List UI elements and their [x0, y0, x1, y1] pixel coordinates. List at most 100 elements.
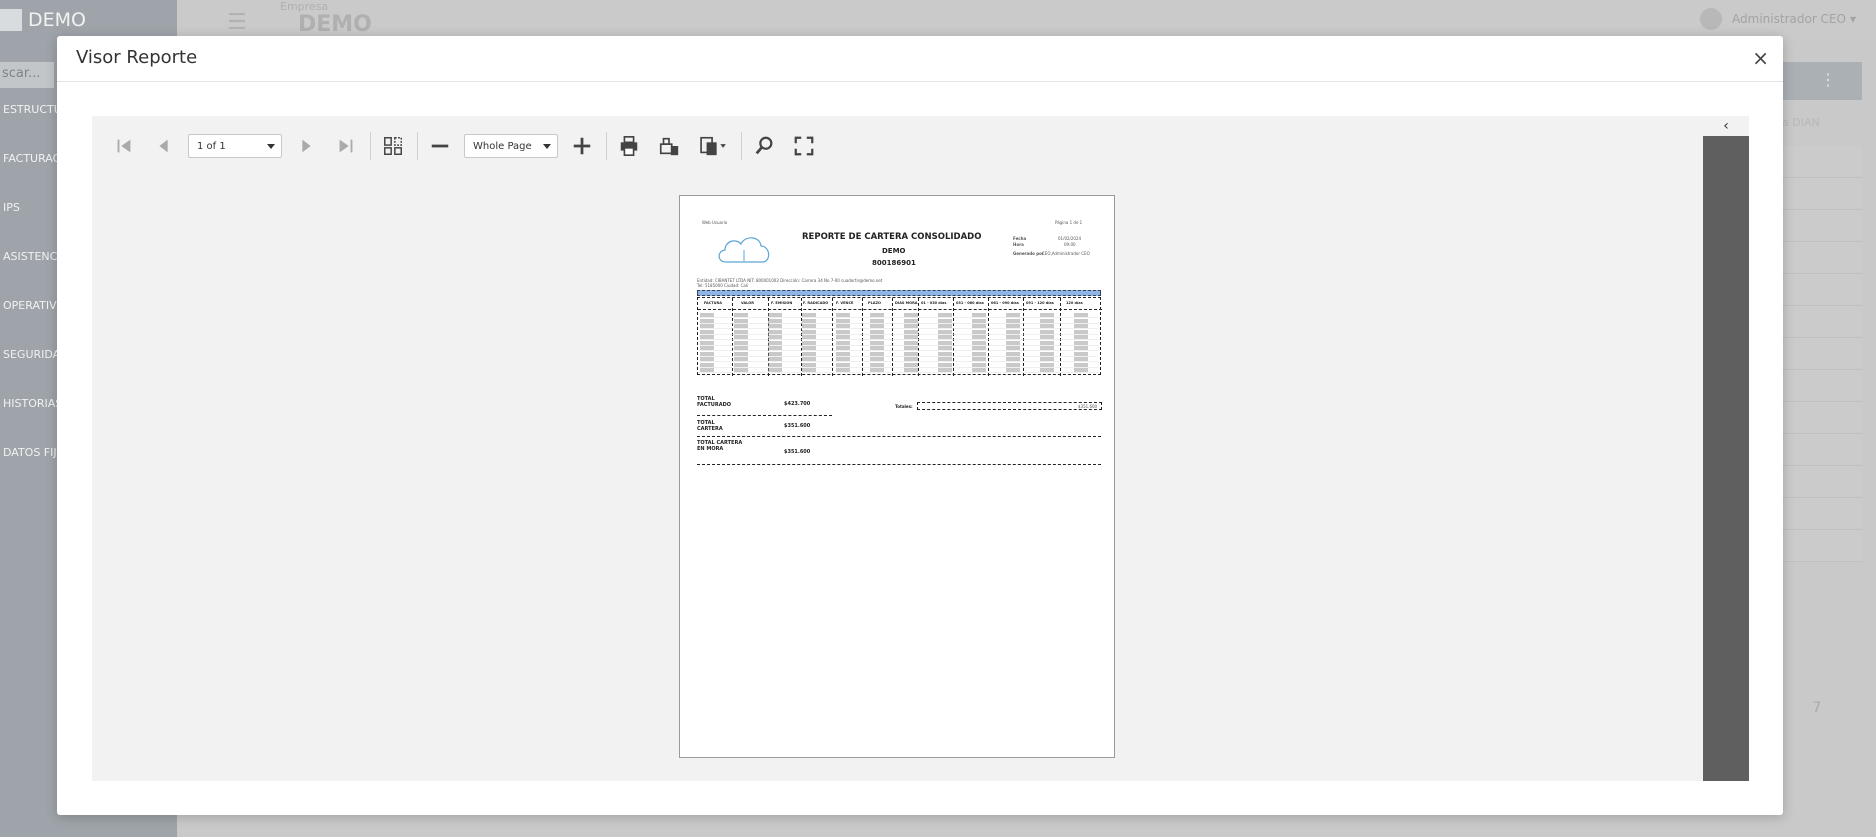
total-cartera-label: TOTAL CARTERA [697, 420, 723, 432]
search-button[interactable] [748, 130, 780, 162]
user-avatar-icon [1700, 8, 1723, 30]
toolbar-divider [606, 132, 607, 160]
fullscreen-button[interactable] [788, 130, 820, 162]
print-page-button[interactable] [653, 130, 685, 162]
column-header: VALOR [741, 301, 754, 305]
export-icon [700, 136, 726, 156]
report-page-number: Página 1 de 1 [1055, 220, 1083, 225]
sidebar-item-operativo: OPERATIV [3, 299, 57, 312]
multipage-button[interactable] [377, 130, 409, 162]
column-header: F. EMISION [771, 301, 793, 305]
print-page-icon [659, 137, 679, 156]
column-header: DIAS MORA [895, 301, 918, 305]
table-row [1780, 306, 1862, 338]
user-name: Administrador CEO [1732, 12, 1846, 26]
report-header-left: Web Usuario [702, 220, 728, 225]
zoom-select[interactable]: Whole Page [464, 134, 558, 158]
sidebar-search-input: scar... [0, 62, 54, 88]
multipage-icon [384, 137, 402, 155]
zoom-out-button[interactable] [424, 130, 456, 162]
zoom-select-value: Whole Page [473, 140, 532, 152]
report-section-band [697, 290, 1101, 296]
table-row [700, 340, 1098, 346]
print-icon [620, 136, 638, 156]
previous-page-button[interactable] [148, 130, 180, 162]
hora-label: Hora [1013, 242, 1024, 247]
table-row [1780, 178, 1862, 210]
report-nit: 800186901 [872, 259, 916, 267]
background-pager: 5 7 › [1775, 700, 1876, 732]
totales-last-value: $351.600 [1078, 404, 1098, 409]
table-row [700, 313, 1098, 318]
table-row [1780, 530, 1862, 562]
totales-label: Totales: [895, 404, 913, 409]
totales-box [917, 402, 1102, 410]
column-header: F. VENCE [836, 301, 854, 305]
table-row [1780, 274, 1862, 306]
table-row [1780, 466, 1862, 498]
sidebar-item-seguridad: SEGURIDA [3, 348, 60, 361]
close-button[interactable]: × [1752, 46, 1769, 70]
chevron-down-icon [543, 144, 551, 149]
minus-icon [431, 144, 449, 148]
next-page-icon [302, 139, 311, 153]
table-row [1780, 210, 1862, 242]
first-page-button[interactable] [108, 130, 140, 162]
report-title: REPORTE DE CARTERA CONSOLIDADO [802, 232, 982, 242]
table-row [700, 329, 1098, 335]
table-row [1780, 338, 1862, 370]
table-row [700, 318, 1098, 324]
sidebar-item-ips: IPS [3, 201, 20, 214]
brand-logo-icon [0, 9, 22, 31]
next-page-button[interactable] [290, 130, 322, 162]
print-button[interactable] [613, 130, 645, 162]
pager-page: 7 [1812, 700, 1822, 716]
column-header: F. RADICADO [803, 301, 829, 305]
report-page: Web Usuario Página 1 de 1 REPORTE DE CAR… [679, 195, 1115, 758]
column-header: 031 - 060 días [956, 301, 984, 305]
cartera-table-rows [700, 313, 1098, 374]
column-header: PLAZO [868, 301, 882, 305]
table-row [1780, 434, 1862, 466]
first-page-icon [117, 139, 131, 153]
modal-title: Visor Reporte [76, 47, 198, 68]
chevron-down-icon: ▾ [1849, 12, 1856, 26]
search-icon [755, 136, 773, 155]
table-row [700, 324, 1098, 329]
page-select[interactable]: 1 of 1 [188, 134, 282, 158]
table-row [700, 357, 1098, 362]
table-row [1780, 242, 1862, 274]
viewer-toolbar: 1 of 1 Whole Page [92, 116, 1704, 176]
page-select-value: 1 of 1 [197, 140, 226, 152]
collapse-panel-button[interactable]: ‹ [1703, 116, 1749, 136]
total-cartera-value: $351.600 [784, 423, 811, 429]
background-table: a DIAN [1780, 116, 1862, 562]
generado-value: CEO,Administrador CEO [1042, 251, 1090, 256]
sidebar-nav: ESTRUCTU FACTURAC IPS ASISTENCI OPERATIV… [0, 103, 60, 495]
table-row [1780, 146, 1862, 178]
column-header: 061 - 090 días [991, 301, 1019, 305]
zoom-in-button[interactable] [566, 130, 598, 162]
export-button[interactable] [693, 130, 733, 162]
sidebar-item-historias: HISTORIAS [3, 397, 60, 410]
fecha-value: 01/02/2024 [1058, 236, 1082, 241]
table-row [700, 351, 1098, 357]
previous-page-icon [159, 139, 168, 153]
last-page-button[interactable] [330, 130, 362, 162]
empresa-value: DEMO [298, 12, 372, 37]
table-row [1780, 402, 1862, 434]
kebab-menu-icon: ⋮ [1820, 70, 1836, 89]
table-row [700, 335, 1098, 340]
report-viewer-modal: Visor Reporte × 1 of 1 Whole Page ‹ Web … [57, 36, 1783, 815]
chevron-left-icon: ‹ [1723, 118, 1729, 134]
background-column-header: a DIAN [1782, 116, 1820, 129]
generado-label: Generado por [1013, 251, 1044, 256]
report-viewer: 1 of 1 Whole Page ‹ Web Usuario Página 1… [92, 116, 1749, 781]
fullscreen-icon [794, 136, 814, 156]
sidebar-item-asistencial: ASISTENCI [3, 250, 60, 263]
cloud-logo-icon [718, 237, 770, 263]
total-mora-label: TOTAL CARTERA EN MORA [697, 440, 743, 452]
tel-line: Tel: 5185000 Ciudad: Cali [697, 283, 749, 288]
chevron-down-icon [267, 144, 275, 149]
parameters-side-panel[interactable]: ‹ [1703, 116, 1749, 781]
